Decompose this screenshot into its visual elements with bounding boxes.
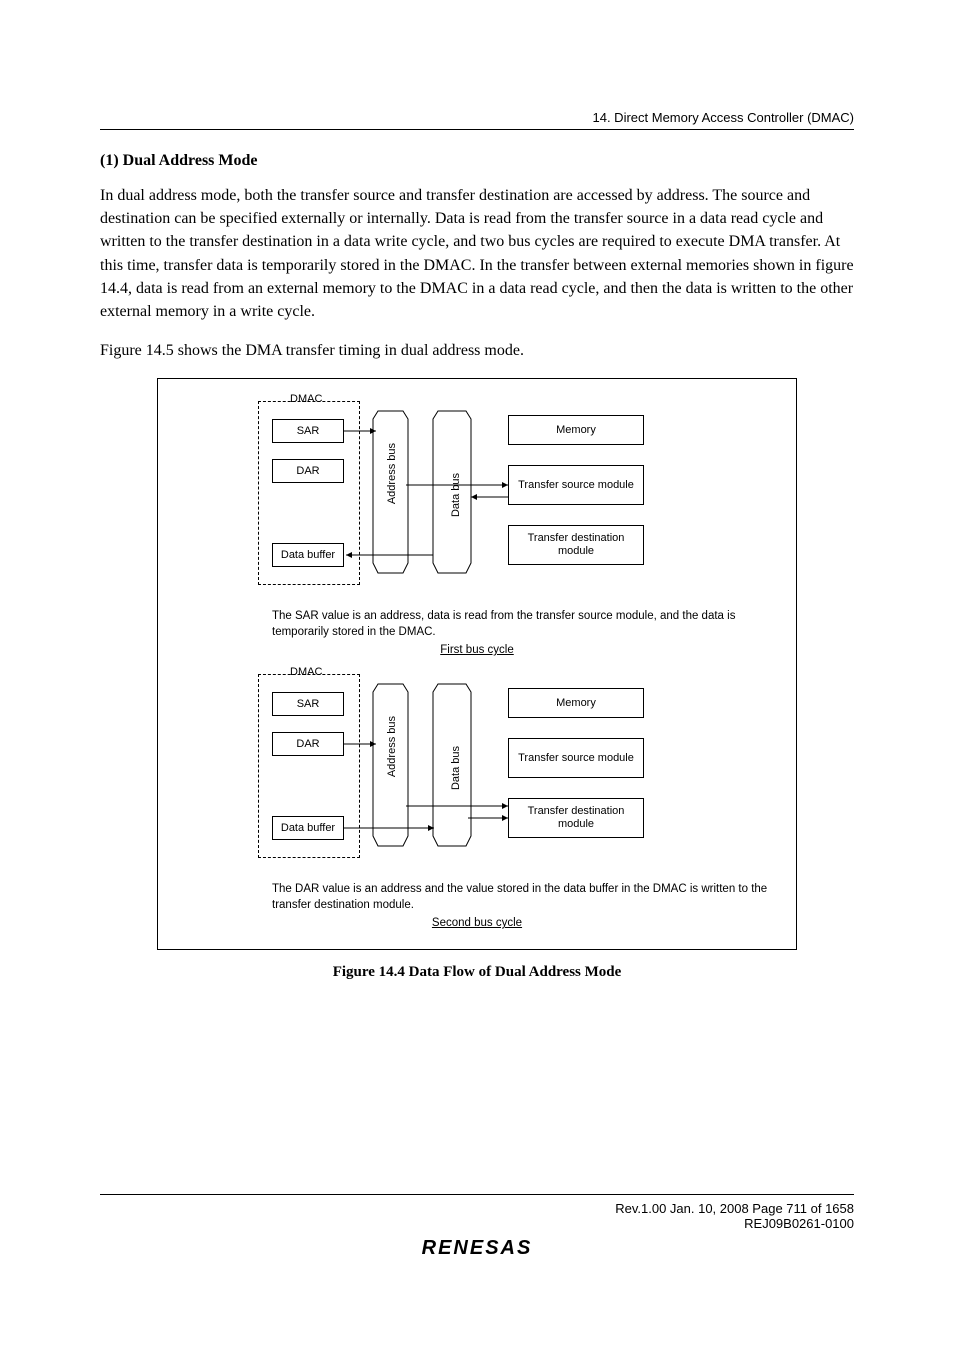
second-cycle-description: The DAR value is an address and the valu… — [272, 882, 776, 913]
footer-revision: Rev.1.00 Jan. 10, 2008 Page 711 of 1658 — [100, 1201, 854, 1216]
paragraph-2: Figure 14.5 shows the DMA transfer timin… — [100, 339, 854, 362]
first-cycle-label: First bus cycle — [178, 644, 776, 656]
header-separator: 14. Direct Memory Access Controller (DMA… — [100, 110, 854, 130]
renesas-logo: RENESAS — [100, 1237, 854, 1260]
footer-docid: REJ09B0261-0100 — [100, 1216, 854, 1231]
second-cycle-label: Second bus cycle — [178, 917, 776, 929]
figure-caption: Figure 14.4 Data Flow of Dual Address Mo… — [100, 964, 854, 981]
footer-separator — [100, 1194, 854, 1195]
first-cycle-description: The SAR value is an address, data is rea… — [272, 609, 776, 640]
page-header-title: 14. Direct Memory Access Controller (DMA… — [100, 110, 854, 125]
document-page: 14. Direct Memory Access Controller (DMA… — [0, 0, 954, 1350]
diagram-connectors-1 — [178, 393, 778, 603]
diagram-first-cycle: DMAC SAR DAR Data buffer Address bus Dat… — [178, 393, 776, 603]
section-title: (1) Dual Address Mode — [100, 152, 854, 170]
figure-14-4: DMAC SAR DAR Data buffer Address bus Dat… — [157, 378, 797, 950]
footer: Rev.1.00 Jan. 10, 2008 Page 711 of 1658 … — [100, 1194, 854, 1260]
diagram-connectors-2 — [178, 666, 778, 876]
diagram-second-cycle: DMAC SAR DAR Data buffer Address bus Dat… — [178, 666, 776, 876]
paragraph-1: In dual address mode, both the transfer … — [100, 184, 854, 323]
